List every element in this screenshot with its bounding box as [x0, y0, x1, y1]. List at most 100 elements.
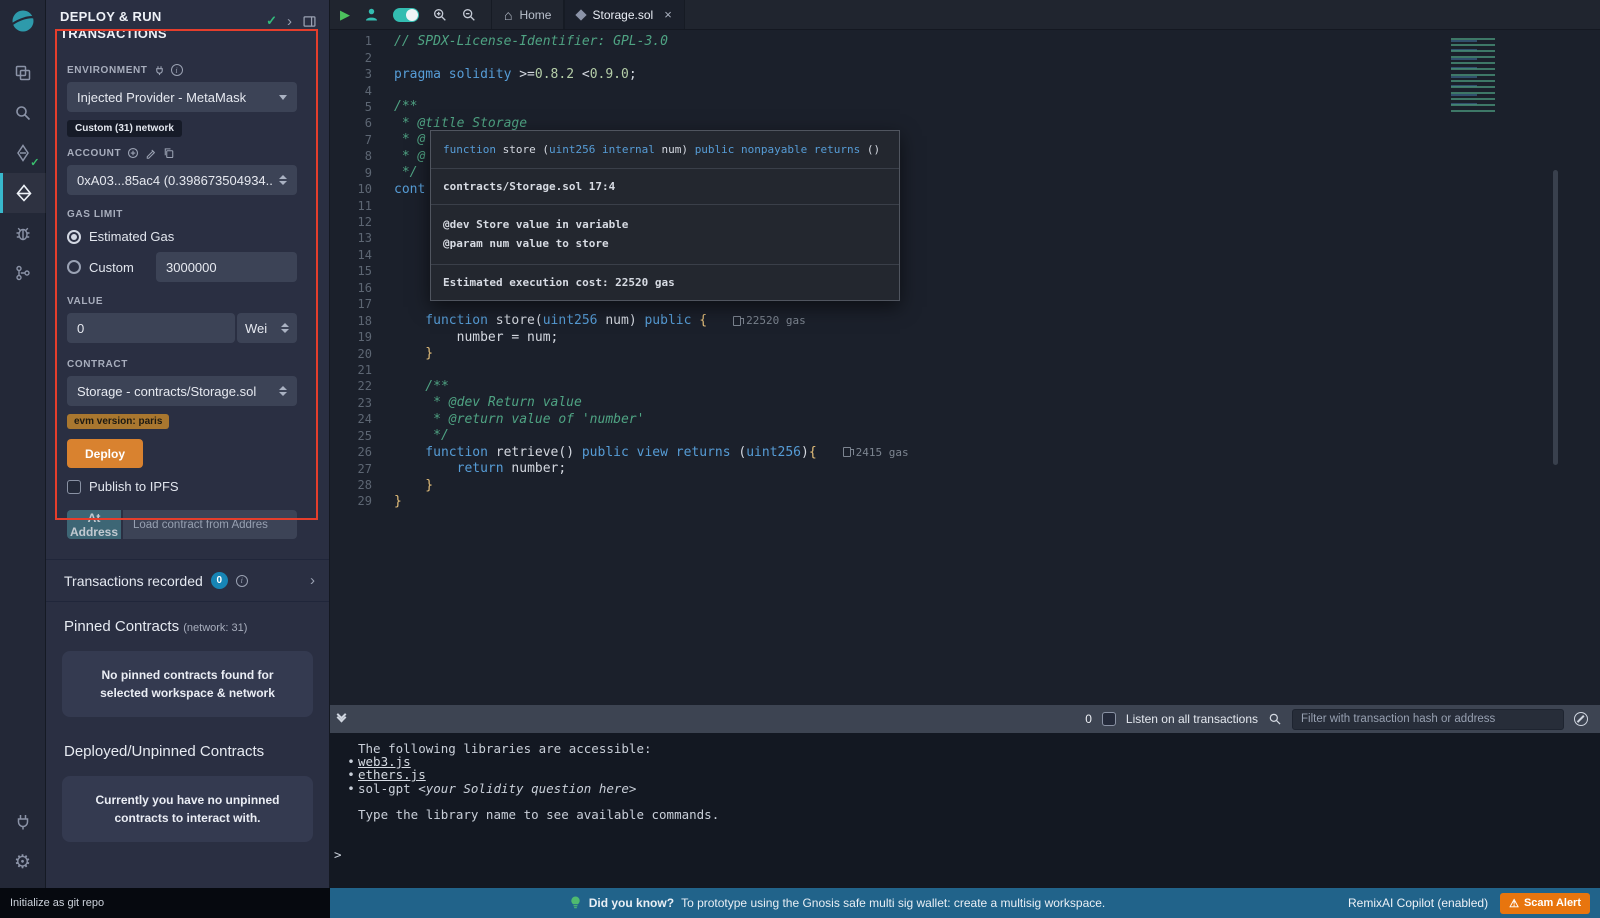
custom-gas-input[interactable] — [156, 252, 297, 282]
line-number: 1 — [330, 34, 372, 48]
add-account-icon[interactable] — [127, 147, 139, 159]
code-line[interactable]: 3pragma solidity >=0.8.2 <0.9.0; — [330, 66, 1600, 82]
editor-scrollbar[interactable] — [1553, 170, 1558, 465]
git-icon[interactable] — [0, 253, 46, 293]
panel-chevron-icon[interactable]: › — [287, 14, 292, 29]
code-line[interactable]: 5/** — [330, 99, 1600, 115]
gas-estimate-annotation: 2415 gas — [843, 446, 909, 459]
panel-title: DEPLOY & RUN TRANSACTIONS — [60, 9, 220, 43]
compile-success-icon: ✓ — [30, 156, 39, 169]
code-line[interactable]: 2 — [330, 49, 1600, 65]
tooltip-location: contracts/Storage.sol 17:4 — [431, 168, 899, 204]
code-line[interactable]: 27 return number; — [330, 460, 1600, 476]
line-number: 26 — [330, 445, 372, 459]
line-number: 11 — [330, 199, 372, 213]
editor-toolbar: ▶ ⌂ — [330, 0, 1600, 30]
copilot-status[interactable]: RemixAI Copilot (enabled) — [1348, 896, 1488, 910]
code-line[interactable]: 1// SPDX-License-Identifier: GPL-3.0 — [330, 33, 1600, 49]
gas-estimate-annotation: 22520 gas — [733, 314, 806, 327]
code-line[interactable]: 18 function store(uint256 num) public {2… — [330, 312, 1600, 328]
transactions-expand-icon[interactable]: › — [310, 572, 315, 589]
listen-all-checkbox[interactable] — [1102, 712, 1116, 726]
listen-transactions-count: 0 — [1085, 712, 1092, 726]
terminal-filter-input[interactable] — [1292, 709, 1564, 730]
solidity-compiler-icon[interactable]: ✓ — [0, 133, 46, 173]
environment-info-icon[interactable]: i — [171, 64, 183, 76]
zoom-in-icon[interactable] — [432, 7, 448, 23]
pin-panel-icon[interactable] — [302, 14, 317, 29]
environment-select[interactable]: Injected Provider - MetaMask — [67, 82, 297, 112]
debugger-icon[interactable] — [0, 213, 46, 253]
transactions-info-icon[interactable]: i — [236, 575, 248, 587]
terminal-output[interactable]: The following libraries are accessible:•… — [330, 733, 1600, 888]
code-line[interactable]: 19 number = num; — [330, 329, 1600, 345]
line-number: 16 — [330, 281, 372, 295]
file-explorer-icon[interactable] — [0, 53, 46, 93]
minimap[interactable] — [1451, 38, 1515, 112]
git-init-button[interactable]: Initialize as git repo — [0, 888, 330, 918]
lightbulb-icon — [569, 895, 582, 911]
line-number: 22 — [330, 379, 372, 393]
terminal-prompt[interactable]: > — [334, 848, 1600, 861]
code-line[interactable]: 24 * @return value of 'number' — [330, 411, 1600, 427]
chevron-down-icon — [279, 95, 287, 100]
status-bar: Initialize as git repo Did you know? To … — [0, 888, 1600, 918]
plugin-manager-icon[interactable] — [0, 802, 46, 842]
zoom-out-icon[interactable] — [461, 7, 477, 23]
tooltip-gas-cost: Estimated execution cost: 22520 gas — [431, 264, 899, 300]
settings-icon[interactable]: ⚙ — [0, 842, 46, 882]
line-number: 15 — [330, 264, 372, 278]
tooltip-signature: function store (uint256 internal num) pu… — [431, 131, 899, 168]
code-line[interactable]: 20 } — [330, 345, 1600, 361]
transactions-recorded-row[interactable]: Transactions recorded 0 i › — [46, 560, 329, 602]
code-line[interactable]: 29} — [330, 493, 1600, 509]
custom-gas-radio[interactable] — [67, 260, 81, 274]
line-number: 25 — [330, 429, 372, 443]
assistant-icon[interactable] — [363, 6, 380, 23]
copy-account-icon[interactable] — [163, 147, 175, 159]
contract-select[interactable]: Storage - contracts/Storage.sol — [67, 376, 297, 406]
clear-console-icon[interactable] — [1574, 712, 1588, 726]
remix-logo[interactable] — [10, 8, 36, 39]
deploy-button[interactable]: Deploy — [67, 439, 143, 468]
sign-message-icon[interactable] — [145, 147, 157, 159]
tip-text: To prototype using the Gnosis safe multi… — [681, 896, 1105, 910]
publish-ipfs-label: Publish to IPFS — [89, 479, 179, 494]
at-address-input[interactable] — [123, 510, 297, 539]
contract-label: CONTRACT — [67, 359, 128, 370]
copilot-toggle[interactable] — [393, 8, 419, 22]
tab-home[interactable]: ⌂ Home — [491, 0, 564, 29]
code-line[interactable]: 23 * @dev Return value — [330, 395, 1600, 411]
publish-ipfs-row[interactable]: Publish to IPFS — [67, 479, 297, 494]
terminal-search-icon[interactable] — [1268, 712, 1282, 726]
value-unit-select[interactable]: Wei — [237, 313, 297, 343]
evm-version-badge: evm version: paris — [67, 414, 169, 429]
code-line[interactable]: 4 — [330, 82, 1600, 98]
solidity-file-icon — [576, 9, 587, 20]
code-line[interactable]: 21 — [330, 362, 1600, 378]
account-select[interactable]: 0xA03...85ac4 (0.398673504934... — [67, 165, 297, 195]
run-script-icon[interactable]: ▶ — [340, 7, 350, 23]
line-number: 4 — [330, 84, 372, 98]
line-number: 6 — [330, 116, 372, 130]
remix-ide-window: ✓ ⚙ — [0, 0, 1600, 918]
at-address-button[interactable]: At Address — [67, 510, 121, 539]
close-tab-icon[interactable]: × — [664, 7, 672, 22]
search-icon[interactable] — [0, 93, 46, 133]
activity-bar: ✓ ⚙ — [0, 0, 46, 888]
scam-alert-button[interactable]: ⚠ Scam Alert — [1500, 893, 1590, 914]
code-line[interactable]: 22 /** — [330, 378, 1600, 394]
code-line[interactable]: 25 */ — [330, 428, 1600, 444]
tab-storage-sol[interactable]: Storage.sol × — [564, 0, 684, 29]
expand-terminal-icon[interactable] — [338, 715, 345, 721]
code-editor[interactable]: 1// SPDX-License-Identifier: GPL-3.023pr… — [330, 30, 1600, 705]
deploy-run-icon[interactable] — [0, 173, 46, 213]
updown-icon — [279, 386, 287, 396]
code-line[interactable]: 28 } — [330, 477, 1600, 493]
code-line[interactable]: 26 function retrieve() public view retur… — [330, 444, 1600, 460]
deployed-contracts-heading: Deployed/Unpinned Contracts — [46, 717, 329, 760]
value-input[interactable] — [67, 313, 235, 343]
fork-state-icon[interactable] — [154, 65, 165, 76]
estimated-gas-radio[interactable]: Estimated Gas — [67, 229, 297, 244]
publish-ipfs-checkbox[interactable] — [67, 480, 81, 494]
